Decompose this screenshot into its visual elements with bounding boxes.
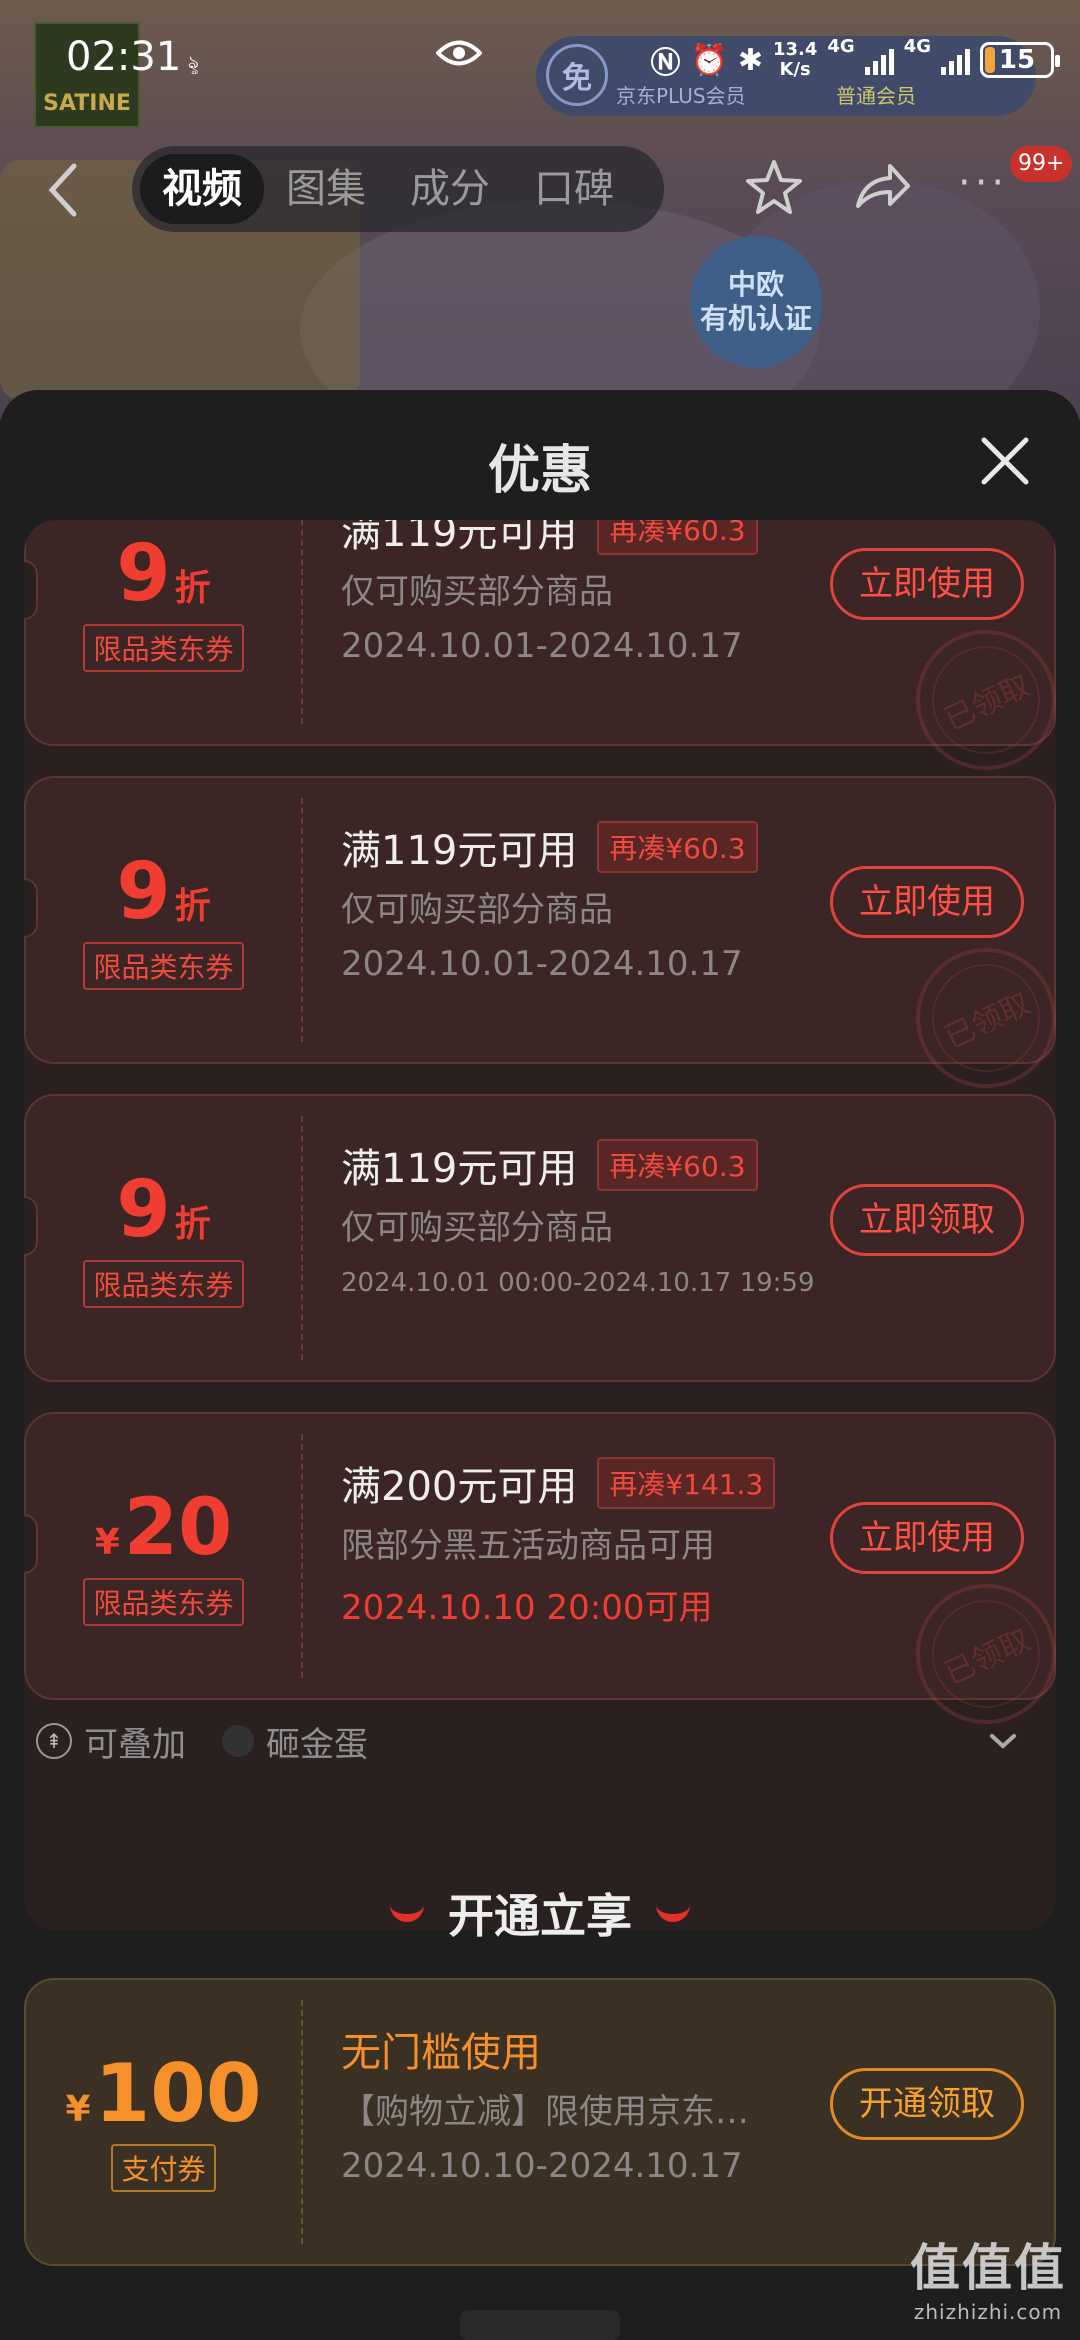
- next-section-peek: [460, 2310, 620, 2340]
- coupon-card: 9折 限品类东券 满119元可用 再凑¥60.3 仅可购买部分商品 2024.10…: [24, 1094, 1056, 1382]
- notification-icon: ৡ: [188, 52, 199, 73]
- coupon-gap: 再凑¥141.3: [597, 1457, 776, 1509]
- golden-egg-icon: [222, 1725, 254, 1757]
- eye-icon: [436, 40, 482, 66]
- signal-icon: [864, 45, 894, 75]
- smile-icon: [656, 1904, 690, 1922]
- coupon-card: 9折 限品类东券 满119元可用 再凑¥60.3 仅可购买部分商品 2024.10…: [24, 520, 1056, 794]
- page: SATINE 免 京东PLUS会员 普通会员 中欧 有机认证 02:31 ৡ Ⓝ…: [0, 0, 1080, 2340]
- coupon-condition: 无门槛使用: [341, 2030, 541, 2076]
- back-icon[interactable]: [44, 160, 84, 220]
- tab-ingredients[interactable]: 成分: [388, 154, 512, 224]
- claimed-stamp: 已领取: [892, 924, 1056, 1112]
- coupon-value: 9折: [116, 529, 211, 619]
- use-now-button[interactable]: 立即使用: [830, 548, 1024, 620]
- coupon-tag: 限品类东券: [83, 1578, 244, 1626]
- coupon-desc: 仅可购买部分商品: [341, 572, 613, 612]
- net-speed: 13.4 K/s: [772, 39, 818, 80]
- coupon-condition: 满119元可用: [341, 828, 578, 874]
- message-badge: 99+: [1010, 146, 1073, 182]
- coupon-value: ¥20: [94, 1483, 233, 1573]
- battery-icon: 15: [980, 42, 1060, 78]
- use-now-button[interactable]: 立即使用: [830, 866, 1024, 938]
- coupon-tag: 支付券: [111, 2144, 216, 2192]
- offers-sheet: 优惠 9折 限品类东券 满119元可用 再凑¥60.3 仅可购买部分商品 2024…: [0, 390, 1080, 2340]
- share-icon[interactable]: [850, 156, 914, 220]
- more-icon[interactable]: ···: [958, 160, 1008, 206]
- nfc-icon: Ⓝ: [650, 46, 681, 81]
- sheet-title: 优惠: [487, 441, 592, 501]
- stackable-label[interactable]: 可叠加: [84, 1717, 186, 1766]
- use-now-button[interactable]: 立即使用: [830, 1502, 1024, 1574]
- section-title: 开通立享: [448, 1889, 632, 1943]
- golden-egg-label[interactable]: 砸金蛋: [266, 1717, 368, 1766]
- star-icon[interactable]: [742, 156, 806, 220]
- stack-icon: ⇞: [36, 1723, 72, 1759]
- coupon-gap: 再凑¥60.3: [597, 520, 758, 555]
- coupon-date: 2024.10.10-2024.10.17: [341, 2146, 743, 2186]
- coupon-date: 2024.10.01 00:00-2024.10.17 19:59: [341, 1268, 815, 1298]
- coupon-value: 9折: [116, 847, 211, 937]
- member-coupon-card: ¥100 支付券 无门槛使用 【购物立减】限使用京东… 2024.10.10-2…: [24, 1978, 1056, 2266]
- open-claim-button[interactable]: 开通领取: [830, 2068, 1024, 2140]
- smile-icon: [390, 1904, 424, 1922]
- tab-video[interactable]: 视频: [140, 154, 264, 224]
- coupon-card: ¥20 限品类东券 满200元可用 再凑¥141.3 限部分黑五活动商品可用 20…: [24, 1412, 1056, 1748]
- coupon-filters: ⇞ 可叠加 砸金蛋: [36, 1716, 392, 1766]
- coupon-tag: 限品类东券: [83, 942, 244, 990]
- status-bar: 02:31 ৡ Ⓝ ⏰ ✱ 13.4 K/s 4G 4G 15: [0, 0, 1080, 120]
- tab-reviews[interactable]: 口碑: [512, 154, 636, 224]
- chevron-down-icon[interactable]: [986, 1724, 1020, 1758]
- coupon-value: 9折: [116, 1165, 211, 1255]
- claimed-stamp: 已领取: [892, 1560, 1056, 1748]
- coupon-desc: 仅可购买部分商品: [341, 890, 613, 930]
- organic-badge: 中欧 有机认证: [690, 236, 822, 368]
- section-header: 开通立享: [0, 1880, 1080, 1946]
- coupon-tag: 限品类东券: [83, 1260, 244, 1308]
- coupon-date: 2024.10.01-2024.10.17: [341, 626, 743, 666]
- bluetooth-icon: ✱: [737, 42, 763, 78]
- claimed-stamp: 已领取: [892, 606, 1056, 794]
- coupon-tag: 限品类东券: [83, 624, 244, 672]
- media-tabs: 视频 图集 成分 口碑: [132, 146, 664, 232]
- coupon-condition: 满119元可用: [341, 520, 578, 556]
- coupon-desc: 【购物立减】限使用京东…: [341, 2092, 749, 2132]
- coupon-gap: 再凑¥60.3: [597, 1139, 758, 1191]
- coupon-gap: 再凑¥60.3: [597, 821, 758, 873]
- coupon-desc: 限部分黑五活动商品可用: [341, 1526, 715, 1566]
- watermark-logo: 值值值 zhizhizhi.com: [910, 2239, 1066, 2324]
- coupon-condition: 满200元可用: [341, 1464, 578, 1510]
- coupon-card: 9折 限品类东券 满119元可用 再凑¥60.3 仅可购买部分商品 2024.10…: [24, 776, 1056, 1112]
- alarm-icon: ⏰: [690, 42, 728, 78]
- claim-now-button[interactable]: 立即领取: [830, 1184, 1024, 1256]
- coupon-condition: 满119元可用: [341, 1146, 578, 1192]
- coupon-desc: 仅可购买部分商品: [341, 1208, 613, 1248]
- coupon-value: ¥100: [65, 2047, 262, 2140]
- tab-gallery[interactable]: 图集: [264, 154, 388, 224]
- close-icon[interactable]: [980, 436, 1030, 486]
- coupon-date: 2024.10.01-2024.10.17: [341, 944, 743, 984]
- status-time: 02:31: [66, 34, 182, 80]
- coupon-date: 2024.10.10 20:00可用: [341, 1588, 713, 1628]
- signal-icon-2: [941, 45, 970, 75]
